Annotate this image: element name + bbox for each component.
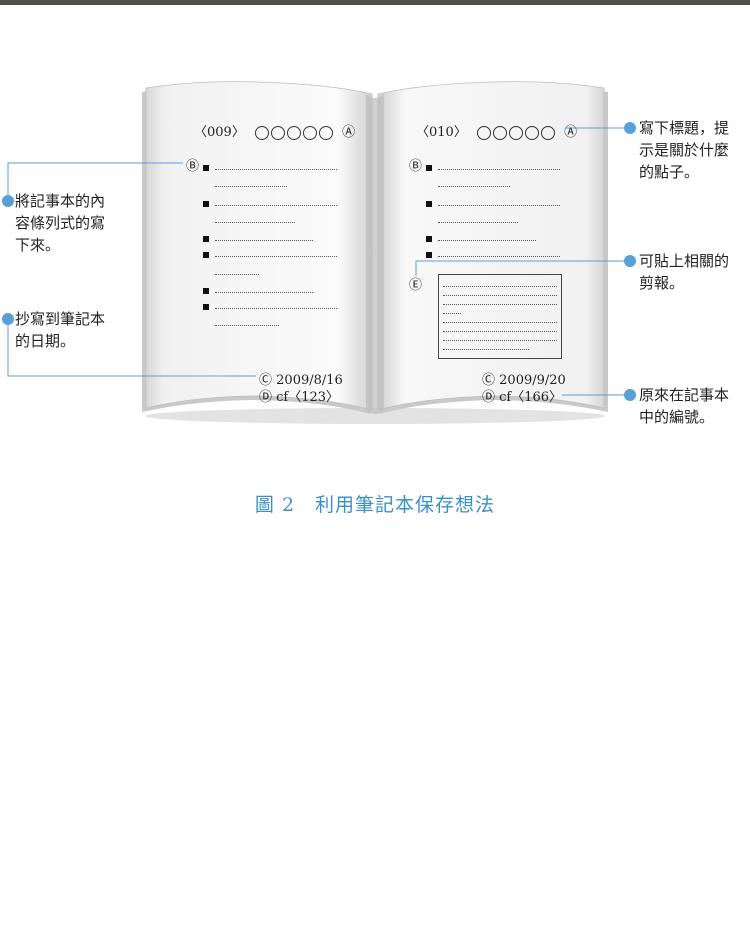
- clipping-line: [443, 297, 557, 305]
- bullet-icon: [203, 200, 209, 207]
- clipping-line: [443, 333, 557, 341]
- list-item-continuation: [215, 313, 279, 332]
- circle-icon: [476, 125, 491, 140]
- dotted-line: [215, 201, 337, 206]
- bullet-icon: [203, 164, 209, 171]
- bullet-icon: [203, 303, 209, 310]
- bullet-icon: [203, 251, 209, 258]
- right-page-header: 〈010〉 Ⓐ: [416, 121, 577, 140]
- left-page-number: 〈009〉: [194, 125, 245, 140]
- dotted-line: [215, 321, 279, 326]
- marker-a: Ⓐ: [342, 125, 356, 140]
- marker-b: Ⓑ: [186, 159, 200, 174]
- right-page-number: 〈010〉: [416, 125, 467, 140]
- right-cf: cf〈166〉: [499, 390, 563, 405]
- left-page-header: 〈009〉 Ⓐ: [194, 121, 355, 140]
- callout-list-items: 將記事本的內 容條列式的寫 下來。: [15, 192, 106, 254]
- figure-caption: 圖 2 利用筆記本保存想法: [254, 494, 496, 516]
- circle-icon: [286, 125, 301, 140]
- bullet-icon: [203, 235, 209, 242]
- marker-d: Ⓓ: [259, 390, 273, 405]
- right-cf-row: Ⓓ cf〈166〉: [482, 386, 562, 405]
- circle-icon: [492, 125, 507, 140]
- bullet-icon: [426, 235, 432, 242]
- circle-icon: [318, 125, 333, 140]
- clipping-line: [443, 279, 557, 287]
- bullet-icon: [426, 251, 432, 258]
- title-circles: [476, 125, 557, 140]
- circle-icon: [302, 125, 317, 140]
- clipping-line: [443, 288, 557, 296]
- left-cf-row: Ⓓ cf〈123〉: [259, 386, 339, 405]
- callout-copy-date: 抄寫到筆記本 的日期。: [15, 310, 106, 350]
- marker-a: Ⓐ: [564, 125, 578, 140]
- dotted-line: [215, 182, 287, 187]
- list-item: [203, 244, 337, 263]
- callout-title-hint: 寫下標題，提 示是關於什麼 的點子。: [639, 119, 730, 181]
- title-circles: [254, 125, 335, 140]
- connector-lines: [7, 127, 628, 396]
- callout-dot: [624, 122, 636, 134]
- list-item-continuation: [215, 210, 295, 229]
- circle-icon: [508, 125, 523, 140]
- dotted-line: [438, 218, 518, 223]
- circle-icon: [254, 125, 269, 140]
- list-item-continuation: [215, 262, 259, 281]
- callout-dot: [2, 313, 14, 325]
- dotted-line: [438, 252, 560, 257]
- dotted-line: [438, 182, 510, 187]
- dotted-line: [215, 236, 313, 241]
- bullet-icon: [426, 200, 432, 207]
- callout-clippings: 可貼上相關的 剪報。: [639, 252, 730, 292]
- newspaper-clipping: [438, 274, 562, 359]
- dotted-line: [438, 236, 536, 241]
- marker-d: Ⓓ: [482, 390, 496, 405]
- dotted-line: [215, 270, 259, 275]
- callout-original-number: 原來在記事本 中的編號。: [639, 386, 730, 426]
- dotted-line: [215, 252, 337, 257]
- dotted-line: [215, 165, 337, 170]
- dotted-line: [215, 304, 337, 309]
- list-item-continuation: [438, 174, 510, 193]
- circle-icon: [524, 125, 539, 140]
- bullet-icon: [426, 164, 432, 171]
- circle-icon: [270, 125, 285, 140]
- callout-dot: [2, 195, 14, 207]
- marker-e: Ⓔ: [409, 278, 423, 293]
- dotted-line: [438, 201, 560, 206]
- list-item-continuation: [438, 210, 518, 229]
- callout-dot: [624, 255, 636, 267]
- clipping-line: [443, 306, 461, 314]
- dotted-line: [215, 218, 295, 223]
- marker-b: Ⓑ: [409, 159, 423, 174]
- clipping-line: [443, 315, 557, 323]
- list-item: [426, 244, 560, 263]
- dotted-line: [215, 288, 313, 293]
- bullet-icon: [203, 287, 209, 294]
- clipping-line: [443, 342, 529, 350]
- callout-dot: [624, 389, 636, 401]
- clipping-line: [443, 324, 557, 332]
- left-cf: cf〈123〉: [276, 390, 340, 405]
- circle-icon: [540, 125, 555, 140]
- dotted-line: [438, 165, 560, 170]
- list-item-continuation: [215, 174, 287, 193]
